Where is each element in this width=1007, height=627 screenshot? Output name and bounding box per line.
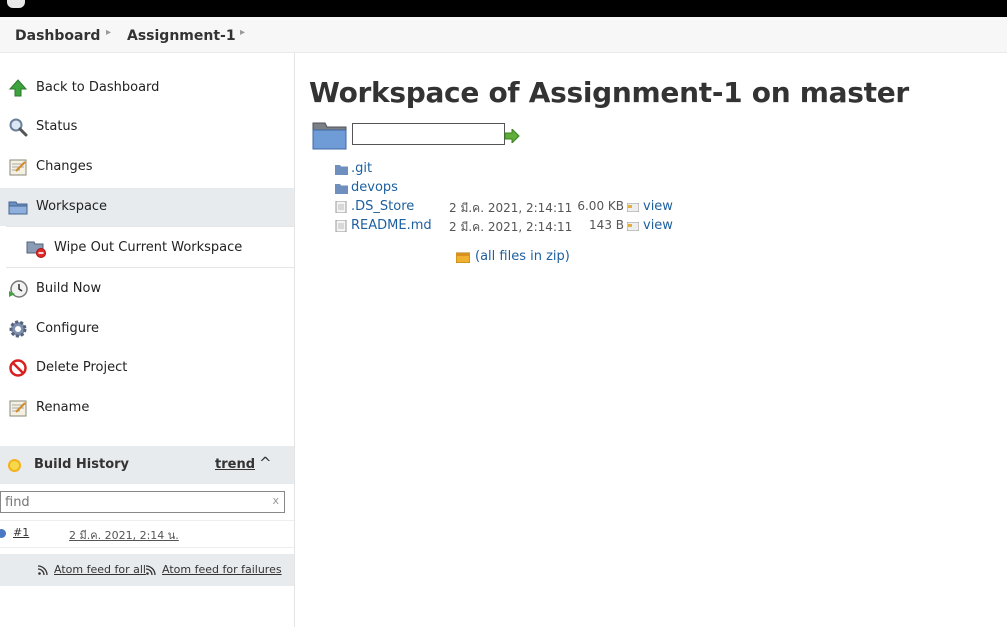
wipe-workspace-icon [26,241,46,258]
sidebar-item-wipe-out-workspace[interactable]: Wipe Out Current Workspace [0,229,294,267]
atom-feed-failures-link[interactable]: Atom feed for failures [162,563,282,576]
collapse-chevron-up-icon[interactable]: ^ [259,454,272,472]
file-row: .git [335,160,735,178]
rss-icon [38,565,48,575]
sidebar-item-build-now[interactable]: Build Now [0,270,294,308]
sidebar-item-label: Status [36,119,78,134]
sidebar-item-label: Build Now [36,281,102,296]
divider [6,267,294,268]
notepad-icon [9,400,27,417]
sidebar-item-status[interactable]: Status [0,108,294,146]
all-files-zip-link[interactable]: (all files in zip) [475,249,570,264]
sidebar-item-label: Wipe Out Current Workspace [54,240,243,255]
file-row: README.md 2 มี.ค. 2021, 2:14:11 143 B vi… [335,217,735,235]
file-icon [335,201,347,213]
clear-search-icon[interactable]: x [272,494,279,507]
breadcrumb-chevron-icon[interactable]: ▸ [106,27,111,38]
breadcrumb-assignment[interactable]: Assignment-1 [127,28,236,44]
no-entry-icon [9,359,27,377]
sidebar-item-label: Rename [36,400,90,415]
clock-play-icon [9,280,28,298]
file-icon [335,220,347,232]
sidebar-item-delete-project[interactable]: Delete Project [0,349,294,387]
sidebar-item-label: Workspace [36,199,108,214]
breadcrumb-chevron-icon[interactable]: ▸ [240,27,245,38]
notepad-icon [9,159,27,176]
path-field[interactable] [353,124,504,144]
view-file-icon [627,222,639,231]
build-history-title: Build History [34,457,130,472]
rss-icon [146,565,156,575]
trend-link[interactable]: trend [215,457,255,472]
file-row: devops [335,179,735,197]
sidebar-item-workspace[interactable]: Workspace [0,188,294,226]
build-search-field[interactable]: x [0,491,285,513]
sidebar-item-label: Changes [36,159,93,174]
go-arrow-icon[interactable] [504,129,520,143]
up-arrow-icon [8,79,28,97]
build-date-link[interactable]: 2 มี.ค. 2021, 2:14 น. [69,526,179,544]
file-name-link[interactable]: .git [351,161,372,176]
sidebar-item-changes[interactable]: Changes [0,148,294,186]
main-content: Workspace of Assignment-1 on master .git… [296,53,1007,627]
sidebar-item-label: Back to Dashboard [36,80,160,95]
build-number-link[interactable]: #1 [13,526,29,539]
sidebar-item-configure[interactable]: Configure [0,310,294,348]
breadcrumb: Dashboard ▸ Assignment-1 ▸ [0,17,1007,53]
build-history-header: Build History trend ^ [0,446,294,484]
file-name-link[interactable]: .DS_Store [351,199,414,214]
sidebar-item-label: Delete Project [36,360,128,375]
sidebar-item-label: Configure [36,321,100,336]
file-size: 143 B [589,218,624,232]
file-name-link[interactable]: devops [351,180,398,195]
build-status-ball-icon [0,529,6,538]
build-row: #1 2 มี.ค. 2021, 2:14 น. [0,520,294,548]
folder-icon [312,122,347,150]
package-icon [456,252,470,263]
file-row: .DS_Store 2 มี.ค. 2021, 2:14:11 6.00 KB … [335,198,735,216]
view-file-icon [627,203,639,212]
magnifier-icon [9,118,28,137]
jenkins-logo-icon[interactable] [7,0,25,8]
divider [6,226,294,227]
top-header-bar [0,0,1007,17]
file-name-link[interactable]: README.md [351,218,432,233]
view-link[interactable]: view [643,199,673,214]
folder-icon [8,201,28,215]
folder-icon [335,184,348,194]
file-size: 6.00 KB [577,199,624,213]
view-link[interactable]: view [643,218,673,233]
atom-feeds: Atom feed for all Atom feed for failures [0,554,294,586]
path-input[interactable] [352,123,505,145]
sidebar: Back to Dashboard Status Changes Workspa… [0,53,295,627]
build-search-input[interactable] [1,492,261,512]
atom-feed-all-link[interactable]: Atom feed for all [54,563,146,576]
folder-icon [335,165,348,175]
sidebar-item-rename[interactable]: Rename [0,389,294,427]
gear-icon [9,320,27,338]
sidebar-item-back-to-dashboard[interactable]: Back to Dashboard [0,69,294,107]
breadcrumb-dashboard[interactable]: Dashboard [15,28,100,44]
page-title: Workspace of Assignment-1 on master [309,76,909,109]
sun-icon [8,459,21,472]
